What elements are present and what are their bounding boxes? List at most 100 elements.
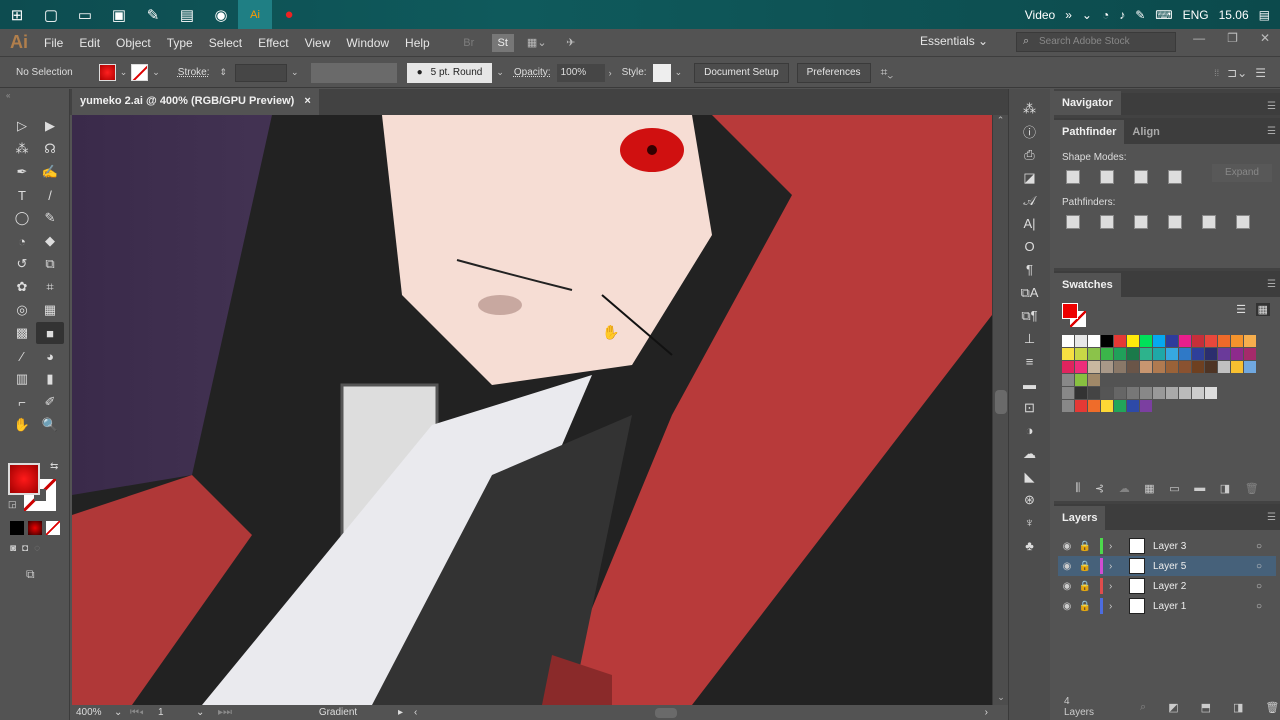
layer-name[interactable]: Layer 2	[1153, 581, 1256, 592]
swatch[interactable]	[1179, 361, 1191, 373]
monitor-icon[interactable]: ▣	[102, 0, 136, 29]
fill-color-swatch[interactable]	[98, 64, 116, 81]
swatch[interactable]	[1205, 335, 1217, 347]
target-circle-icon[interactable]: ○	[1256, 601, 1276, 612]
minus-front-icon[interactable]	[1100, 170, 1114, 184]
visibility-eye-icon[interactable]: ◉	[1058, 601, 1076, 612]
menu-effect[interactable]: Effect	[250, 36, 296, 50]
outline-icon[interactable]	[1202, 215, 1216, 229]
tool-1-icon[interactable]: ▶	[36, 115, 64, 137]
swatch[interactable]	[1205, 348, 1217, 360]
tab-layers[interactable]: Layers	[1054, 506, 1106, 530]
tool-21-icon[interactable]: ◕	[36, 345, 64, 367]
intersect-icon[interactable]	[1134, 170, 1148, 184]
stroke-weight-input[interactable]	[235, 63, 288, 82]
network-icon[interactable]: ◉	[204, 0, 238, 29]
swatch[interactable]	[1114, 335, 1126, 347]
tool-26-icon[interactable]: ✋	[8, 414, 36, 436]
swatch[interactable]	[1244, 335, 1256, 347]
chevron-down-icon[interactable]: ⌄	[675, 67, 683, 78]
volume-icon[interactable]: ♪	[1119, 8, 1125, 22]
tool-17-icon[interactable]: ▦	[36, 299, 64, 321]
layer-row[interactable]: ◉ 🔒 › Layer 2 ○	[1058, 576, 1276, 596]
stroke-color-swatch[interactable]	[131, 64, 149, 81]
swatch[interactable]	[1062, 374, 1074, 386]
restore-button[interactable]: ❐	[1227, 31, 1238, 45]
collapse-icon[interactable]: «	[0, 89, 69, 100]
variable-width-profile[interactable]	[310, 62, 397, 83]
arrange-documents-icon[interactable]: ▦⌄	[526, 34, 548, 52]
graphic-style-swatch[interactable]	[652, 63, 671, 82]
draw-inside-icon[interactable]: ◌	[34, 543, 40, 554]
swatch[interactable]	[1192, 348, 1204, 360]
swatch[interactable]	[1062, 387, 1074, 399]
swatch[interactable]	[1127, 400, 1139, 412]
bridge-icon[interactable]: Br	[458, 34, 480, 52]
none-button[interactable]	[46, 521, 60, 535]
minus-back-icon[interactable]	[1236, 215, 1250, 229]
dock-panel-5-icon[interactable]: A|	[1009, 212, 1050, 235]
swatch[interactable]	[1101, 361, 1113, 373]
expand-chevron-icon[interactable]: ›	[1109, 601, 1121, 612]
swatch[interactable]	[1244, 348, 1256, 360]
color-button[interactable]	[10, 521, 24, 535]
pen-icon[interactable]: ✎	[1135, 8, 1145, 22]
tool-22-icon[interactable]: ▥	[8, 368, 36, 390]
menu-type[interactable]: Type	[159, 36, 201, 50]
opacity-input[interactable]: 100%	[556, 63, 605, 82]
swatch[interactable]	[1140, 361, 1152, 373]
lock-icon[interactable]: 🔒	[1076, 601, 1094, 612]
overflow-icon[interactable]: »	[1065, 8, 1072, 22]
select-similar-icon[interactable]: ⌗⌄	[881, 65, 893, 80]
dock-panel-15-icon[interactable]: ☁	[1009, 442, 1050, 465]
grid-view-icon[interactable]: ▦	[1255, 303, 1270, 316]
first-artboard-icon[interactable]: ⏮◂	[130, 707, 158, 718]
dock-panel-4-icon[interactable]: 𝒜	[1009, 189, 1050, 212]
gpu-performance-icon[interactable]: ✈	[560, 34, 582, 52]
menu-select[interactable]: Select	[201, 36, 250, 50]
list-view-icon[interactable]: ☰	[1236, 303, 1246, 316]
target-circle-icon[interactable]: ○	[1256, 581, 1276, 592]
layer-name[interactable]: Layer 3	[1153, 541, 1256, 552]
scroll-thumb[interactable]	[995, 390, 1007, 414]
swatch[interactable]	[1062, 348, 1074, 360]
tool-16-icon[interactable]: ◎	[8, 299, 36, 321]
swatch[interactable]	[1075, 374, 1087, 386]
tool-5-icon[interactable]: ✍	[36, 161, 64, 183]
swatch[interactable]	[1231, 335, 1243, 347]
trim-icon[interactable]	[1100, 215, 1114, 229]
dock-panel-6-icon[interactable]: O	[1009, 235, 1050, 258]
dock-panel-18-icon[interactable]: ♆	[1009, 511, 1050, 534]
tool-25-icon[interactable]: ✐	[36, 391, 64, 413]
swatch[interactable]	[1127, 335, 1139, 347]
scroll-down-icon[interactable]: ⌄	[993, 692, 1009, 703]
chevron-right-icon[interactable]: ›	[609, 68, 612, 78]
swatch[interactable]	[1101, 400, 1113, 412]
expand-chevron-icon[interactable]: ›	[1109, 561, 1121, 572]
dock-panel-13-icon[interactable]: ⊡	[1009, 396, 1050, 419]
delete-icon[interactable]: 🗑	[1245, 482, 1259, 495]
swatch[interactable]	[1088, 348, 1100, 360]
panel-menu-icon[interactable]: ☰	[1267, 279, 1276, 290]
keyboard-icon[interactable]: ⌨	[1155, 8, 1172, 22]
panel-menu-icon[interactable]: ☰	[1267, 101, 1276, 112]
chevron-down-icon[interactable]: ⌄	[114, 707, 130, 718]
swatch[interactable]	[1218, 335, 1230, 347]
lock-icon[interactable]: 🔒	[1076, 581, 1094, 592]
swatch[interactable]	[1114, 348, 1126, 360]
record-icon[interactable]: ●	[272, 0, 306, 29]
panel-menu-icon[interactable]: ☰	[1255, 66, 1266, 80]
last-artboard-icon[interactable]: ▸⏭	[218, 707, 278, 718]
zoom-level[interactable]: 400%	[72, 707, 114, 718]
language-indicator[interactable]: ENG	[1183, 8, 1209, 22]
expand-button[interactable]: Expand	[1212, 164, 1272, 182]
tool-24-icon[interactable]: ⌐	[8, 391, 36, 413]
tool-14-icon[interactable]: ✿	[8, 276, 36, 298]
tool-3-icon[interactable]: ☊	[36, 138, 64, 160]
tool-15-icon[interactable]: ⌗	[36, 276, 64, 298]
chevron-down-icon[interactable]: ⌄	[196, 707, 218, 718]
swatch[interactable]	[1140, 387, 1152, 399]
tool-6-icon[interactable]: T	[8, 184, 36, 206]
show-kinds-icon[interactable]: ⊰	[1095, 482, 1104, 495]
new-sublayer-icon[interactable]: ⬒	[1201, 701, 1211, 714]
